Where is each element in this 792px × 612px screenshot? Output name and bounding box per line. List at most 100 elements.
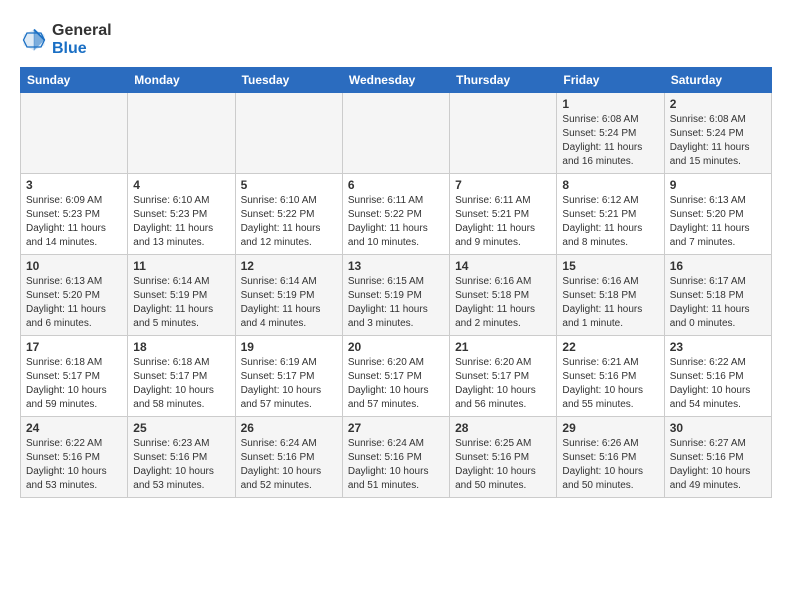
day-info: Sunrise: 6:12 AM Sunset: 5:21 PM Dayligh… bbox=[562, 194, 658, 250]
day-info: Sunrise: 6:22 AM Sunset: 5:16 PM Dayligh… bbox=[26, 437, 122, 493]
calendar-table: SundayMondayTuesdayWednesdayThursdayFrid… bbox=[20, 67, 772, 498]
calendar-cell bbox=[21, 92, 128, 173]
day-number: 12 bbox=[241, 259, 337, 273]
calendar-cell: 25 Sunrise: 6:23 AM Sunset: 5:16 PM Dayli… bbox=[128, 416, 235, 497]
day-info: Sunrise: 6:10 AM Sunset: 5:22 PM Dayligh… bbox=[241, 194, 337, 250]
day-info: Sunrise: 6:10 AM Sunset: 5:23 PM Dayligh… bbox=[133, 194, 229, 250]
header-row: SundayMondayTuesdayWednesdayThursdayFrid… bbox=[21, 67, 772, 92]
calendar-week-row: 1 Sunrise: 6:08 AM Sunset: 5:24 PM Daylig… bbox=[21, 92, 772, 173]
calendar-cell: 12 Sunrise: 6:14 AM Sunset: 5:19 PM Dayli… bbox=[235, 254, 342, 335]
calendar-cell bbox=[342, 92, 449, 173]
weekday-header: Friday bbox=[557, 67, 664, 92]
calendar-cell bbox=[235, 92, 342, 173]
day-number: 14 bbox=[455, 259, 551, 273]
day-number: 6 bbox=[348, 178, 444, 192]
day-number: 2 bbox=[670, 97, 766, 111]
calendar-cell: 1 Sunrise: 6:08 AM Sunset: 5:24 PM Daylig… bbox=[557, 92, 664, 173]
day-info: Sunrise: 6:13 AM Sunset: 5:20 PM Dayligh… bbox=[670, 194, 766, 250]
calendar-cell: 21 Sunrise: 6:20 AM Sunset: 5:17 PM Dayli… bbox=[450, 335, 557, 416]
calendar-cell: 8 Sunrise: 6:12 AM Sunset: 5:21 PM Daylig… bbox=[557, 173, 664, 254]
calendar-cell: 18Sunrise: 6:18 AM Sunset: 5:17 PM Dayli… bbox=[128, 335, 235, 416]
day-info: Sunrise: 6:22 AM Sunset: 5:16 PM Dayligh… bbox=[670, 356, 766, 412]
day-info: Sunrise: 6:25 AM Sunset: 5:16 PM Dayligh… bbox=[455, 437, 551, 493]
day-info: Sunrise: 6:20 AM Sunset: 5:17 PM Dayligh… bbox=[455, 356, 551, 412]
day-number: 22 bbox=[562, 340, 658, 354]
day-number: 25 bbox=[133, 421, 229, 435]
logo: General Blue bbox=[20, 22, 112, 59]
day-number: 16 bbox=[670, 259, 766, 273]
day-info: Sunrise: 6:23 AM Sunset: 5:16 PM Dayligh… bbox=[133, 437, 229, 493]
day-number: 4 bbox=[133, 178, 229, 192]
calendar-cell bbox=[450, 92, 557, 173]
calendar-cell: 30 Sunrise: 6:27 AM Sunset: 5:16 PM Dayli… bbox=[664, 416, 771, 497]
day-info: Sunrise: 6:11 AM Sunset: 5:21 PM Dayligh… bbox=[455, 194, 551, 250]
calendar-cell: 24 Sunrise: 6:22 AM Sunset: 5:16 PM Dayli… bbox=[21, 416, 128, 497]
day-number: 19 bbox=[241, 340, 337, 354]
day-info: Sunrise: 6:14 AM Sunset: 5:19 PM Dayligh… bbox=[241, 275, 337, 331]
calendar-cell: 13 Sunrise: 6:15 AM Sunset: 5:19 PM Dayli… bbox=[342, 254, 449, 335]
day-number: 17 bbox=[26, 340, 122, 354]
calendar-cell: 28 Sunrise: 6:25 AM Sunset: 5:16 PM Dayli… bbox=[450, 416, 557, 497]
day-number: 27 bbox=[348, 421, 444, 435]
day-number: 13 bbox=[348, 259, 444, 273]
day-number: 15 bbox=[562, 259, 658, 273]
calendar-cell: 2 Sunrise: 6:08 AM Sunset: 5:24 PM Daylig… bbox=[664, 92, 771, 173]
day-info: Sunrise: 6:08 AM Sunset: 5:24 PM Dayligh… bbox=[562, 113, 658, 169]
day-info: Sunrise: 6:21 AM Sunset: 5:16 PM Dayligh… bbox=[562, 356, 658, 412]
day-number: 26 bbox=[241, 421, 337, 435]
day-number: 8 bbox=[562, 178, 658, 192]
calendar-cell: 20 Sunrise: 6:20 AM Sunset: 5:17 PM Dayli… bbox=[342, 335, 449, 416]
calendar-cell: 5 Sunrise: 6:10 AM Sunset: 5:22 PM Daylig… bbox=[235, 173, 342, 254]
day-info: Sunrise: 6:09 AM Sunset: 5:23 PM Dayligh… bbox=[26, 194, 122, 250]
day-info: Sunrise: 6:17 AM Sunset: 5:18 PM Dayligh… bbox=[670, 275, 766, 331]
weekday-header: Sunday bbox=[21, 67, 128, 92]
day-info: Sunrise: 6:20 AM Sunset: 5:17 PM Dayligh… bbox=[348, 356, 444, 412]
day-number: 3 bbox=[26, 178, 122, 192]
calendar-cell bbox=[128, 92, 235, 173]
day-info: Sunrise: 6:24 AM Sunset: 5:16 PM Dayligh… bbox=[348, 437, 444, 493]
day-info: Sunrise: 6:18 AM Sunset: 5:17 PM Dayligh… bbox=[26, 356, 122, 412]
day-info: Sunrise: 6:19 AM Sunset: 5:17 PM Dayligh… bbox=[241, 356, 337, 412]
calendar-week-row: 24 Sunrise: 6:22 AM Sunset: 5:16 PM Dayli… bbox=[21, 416, 772, 497]
calendar-cell: 7 Sunrise: 6:11 AM Sunset: 5:21 PM Daylig… bbox=[450, 173, 557, 254]
day-info: Sunrise: 6:26 AM Sunset: 5:16 PM Dayligh… bbox=[562, 437, 658, 493]
day-number: 5 bbox=[241, 178, 337, 192]
calendar-cell: 29Sunrise: 6:26 AM Sunset: 5:16 PM Dayli… bbox=[557, 416, 664, 497]
calendar-cell: 26 Sunrise: 6:24 AM Sunset: 5:16 PM Dayli… bbox=[235, 416, 342, 497]
day-info: Sunrise: 6:11 AM Sunset: 5:22 PM Dayligh… bbox=[348, 194, 444, 250]
day-number: 28 bbox=[455, 421, 551, 435]
calendar-week-row: 17 Sunrise: 6:18 AM Sunset: 5:17 PM Dayli… bbox=[21, 335, 772, 416]
day-info: Sunrise: 6:16 AM Sunset: 5:18 PM Dayligh… bbox=[562, 275, 658, 331]
calendar-cell: 10 Sunrise: 6:13 AM Sunset: 5:20 PM Dayli… bbox=[21, 254, 128, 335]
calendar-cell: 4 Sunrise: 6:10 AM Sunset: 5:23 PM Daylig… bbox=[128, 173, 235, 254]
day-info: Sunrise: 6:27 AM Sunset: 5:16 PM Dayligh… bbox=[670, 437, 766, 493]
day-info: Sunrise: 6:08 AM Sunset: 5:24 PM Dayligh… bbox=[670, 113, 766, 169]
day-number: 9 bbox=[670, 178, 766, 192]
day-number: 21 bbox=[455, 340, 551, 354]
header: General Blue bbox=[20, 18, 772, 59]
day-number: 1 bbox=[562, 97, 658, 111]
page: General Blue SundayMondayTuesdayWednesda… bbox=[0, 0, 792, 508]
calendar-cell: 23 Sunrise: 6:22 AM Sunset: 5:16 PM Dayli… bbox=[664, 335, 771, 416]
day-number: 30 bbox=[670, 421, 766, 435]
calendar-week-row: 10 Sunrise: 6:13 AM Sunset: 5:20 PM Dayli… bbox=[21, 254, 772, 335]
calendar-cell: 19 Sunrise: 6:19 AM Sunset: 5:17 PM Dayli… bbox=[235, 335, 342, 416]
weekday-header: Tuesday bbox=[235, 67, 342, 92]
day-info: Sunrise: 6:24 AM Sunset: 5:16 PM Dayligh… bbox=[241, 437, 337, 493]
calendar-cell: 16 Sunrise: 6:17 AM Sunset: 5:18 PM Dayli… bbox=[664, 254, 771, 335]
weekday-header: Monday bbox=[128, 67, 235, 92]
calendar-cell: 15 Sunrise: 6:16 AM Sunset: 5:18 PM Dayli… bbox=[557, 254, 664, 335]
day-number: 11 bbox=[133, 259, 229, 273]
day-number: 23 bbox=[670, 340, 766, 354]
calendar-cell: 17 Sunrise: 6:18 AM Sunset: 5:17 PM Dayli… bbox=[21, 335, 128, 416]
day-number: 20 bbox=[348, 340, 444, 354]
day-info: Sunrise: 6:13 AM Sunset: 5:20 PM Dayligh… bbox=[26, 275, 122, 331]
day-info: Sunrise: 6:18 AM Sunset: 5:17 PM Dayligh… bbox=[133, 356, 229, 412]
day-number: 7 bbox=[455, 178, 551, 192]
day-number: 24 bbox=[26, 421, 122, 435]
logo-icon bbox=[20, 26, 48, 54]
calendar-cell: 11Sunrise: 6:14 AM Sunset: 5:19 PM Dayli… bbox=[128, 254, 235, 335]
calendar-week-row: 3 Sunrise: 6:09 AM Sunset: 5:23 PM Daylig… bbox=[21, 173, 772, 254]
day-info: Sunrise: 6:15 AM Sunset: 5:19 PM Dayligh… bbox=[348, 275, 444, 331]
day-number: 10 bbox=[26, 259, 122, 273]
